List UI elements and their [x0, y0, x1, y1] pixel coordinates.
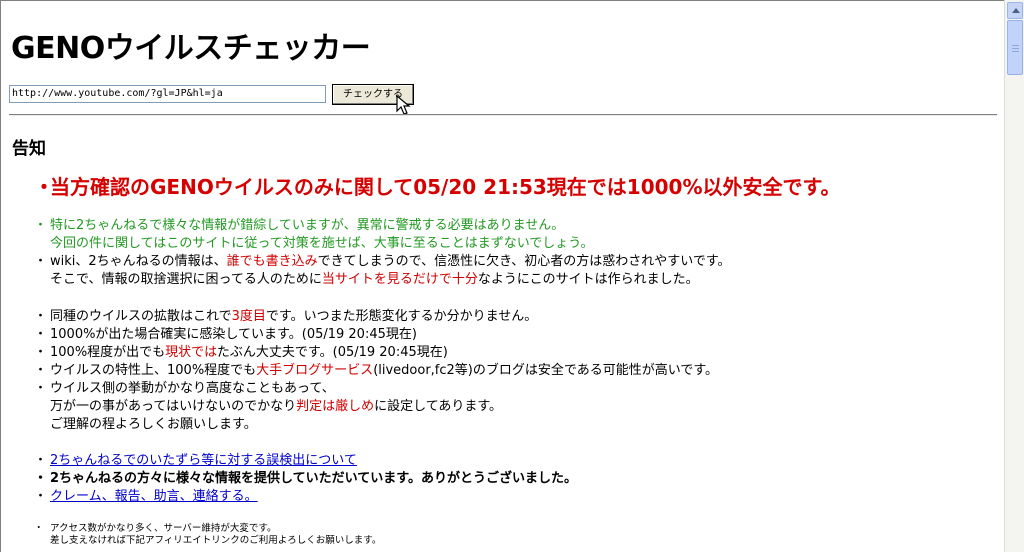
scroll-up-icon[interactable]	[1007, 2, 1023, 19]
trait-text: (livedoor,fc2等)のブログは安全である可能性が高いです。	[373, 363, 719, 378]
advisory-text: ご理解の程よろしくお願いします。	[50, 417, 257, 432]
small-text: 差し支えなければ下記アフィリエイトリンクのご利用よろしくお願いします。	[50, 535, 382, 546]
list-item: 2ちゃんねるでのいたずら等に対する誤検出について	[34, 452, 577, 470]
headline-list: 当方確認のGENOウイルスのみに関して05/20 21:53現在では1000%以…	[34, 173, 841, 201]
list-item: 100%程度が出でも現状ではたぶん大丈夫です。(05/19 20:45現在)	[34, 344, 718, 362]
browser-content: GENOウイルスチェッカー http://www.youtube.com/?gl…	[0, 0, 1004, 552]
list-item: 1000%が出た場合確実に感染しています。(05/19 20:45現在)	[34, 326, 718, 344]
wiki-emphasis: 誰でも書き込み	[226, 254, 318, 269]
advisory-text: に設定してあります。	[374, 399, 503, 414]
list-item: ウイルス側の挙動がかなり高度なこともあって、 万が一の事があってはいけないのでか…	[34, 380, 718, 434]
vertical-scrollbar[interactable]	[1004, 0, 1024, 552]
url-input[interactable]: http://www.youtube.com/?gl=JP&hl=ja	[9, 85, 326, 103]
headline-warning: 当方確認のGENOウイルスのみに関して05/20 21:53現在では1000%以…	[34, 173, 841, 201]
trait-text: ウイルスの特性上、100%程度でも	[50, 363, 257, 378]
wiki-text: できてしまうので、信憑性に欠き、初心者の方は惑わされやすいです。	[317, 254, 731, 269]
list-item: 同種のウイルスの拡散はこれで3度目です。いつまた形態変化するか分かりません。	[34, 308, 718, 326]
advice-line-1: 特に2ちゃんねるで様々な情報が錯綜していますが、異常に警戒する必要はありません。	[50, 218, 565, 233]
wiki-text: なようにこのサイトは作られました。	[477, 272, 699, 287]
advisory-text: 万が一の事があってはいけないのでかなり	[50, 399, 297, 414]
page-title: GENOウイルスチェッカー	[11, 31, 371, 66]
contact-link[interactable]: クレーム、報告、助言、連絡する。	[50, 489, 258, 504]
wiki-text: wiki、2ちゃんねるの情報は、	[50, 254, 227, 269]
advice-line-2: 今回の件に関してはこのサイトに従って対策を施せば、大事に至ることはまずないでしょ…	[50, 236, 594, 251]
scroll-thumb[interactable]	[1007, 20, 1023, 75]
trait-emphasis: 大手ブログサービス	[256, 363, 374, 378]
horizontal-rule	[9, 114, 997, 116]
wiki-emphasis: 当サイトを見るだけで十分	[321, 272, 478, 287]
advisory-text: ウイルス側の挙動がかなり高度なこともあって、	[50, 381, 335, 396]
list-item: ウイルスの特性上、100%程度でも大手ブログサービス(livedoor,fc2等…	[34, 362, 719, 380]
list-item: wiki、2ちゃんねるの情報は、誰でも書き込みできてしまうので、信憑性に欠き、初…	[34, 253, 731, 289]
list-item: 特に2ちゃんねるで様々な情報が錯綜していますが、異常に警戒する必要はありません。…	[34, 217, 731, 253]
grip-line	[1012, 48, 1019, 49]
notice-list-1: 特に2ちゃんねるで様々な情報が錯綜していますが、異常に警戒する必要はありません。…	[34, 217, 731, 289]
spread-emphasis: 3度目	[231, 309, 266, 324]
grip-line	[1012, 51, 1019, 52]
advisory-emphasis: 判定は厳しめ	[296, 399, 375, 414]
grip-line	[1012, 45, 1019, 46]
thanks-text: 2ちゃんねるの方々に様々な情報を提供していただいています。ありがとうございました…	[34, 470, 577, 488]
notice-list-3: 2ちゃんねるでのいたずら等に対する誤検出について 2ちゃんねるの方々に様々な情報…	[34, 452, 577, 506]
false-positive-link[interactable]: 2ちゃんねるでのいたずら等に対する誤検出について	[50, 453, 357, 468]
p100-emphasis: 現状では	[165, 345, 217, 360]
spread-text: です。いつまた形態変化するか分かりません。	[265, 309, 538, 324]
notice-list-4: アクセス数がかなり多く、サーバー維持が大変です。 差し支えなければ下記アフィリエ…	[34, 523, 382, 547]
list-item: クレーム、報告、助言、連絡する。	[34, 488, 577, 506]
list-item: アクセス数がかなり多く、サーバー維持が大変です。 差し支えなければ下記アフィリエ…	[34, 523, 382, 547]
p100-text: 100%程度が出でも	[50, 345, 166, 360]
notice-list-2: 同種のウイルスの拡散はこれで3度目です。いつまた形態変化するか分かりません。 1…	[34, 308, 719, 434]
wiki-text: そこで、情報の取捨選択に困ってる人のために	[50, 272, 322, 287]
spread-text: 同種のウイルスの拡散はこれで	[50, 309, 232, 324]
small-text: アクセス数がかなり多く、サーバー維持が大変です。	[50, 523, 277, 534]
notice-heading: 告知	[12, 139, 46, 159]
p100-text: たぶん大丈夫です。(05/19 20:45現在)	[216, 345, 448, 360]
